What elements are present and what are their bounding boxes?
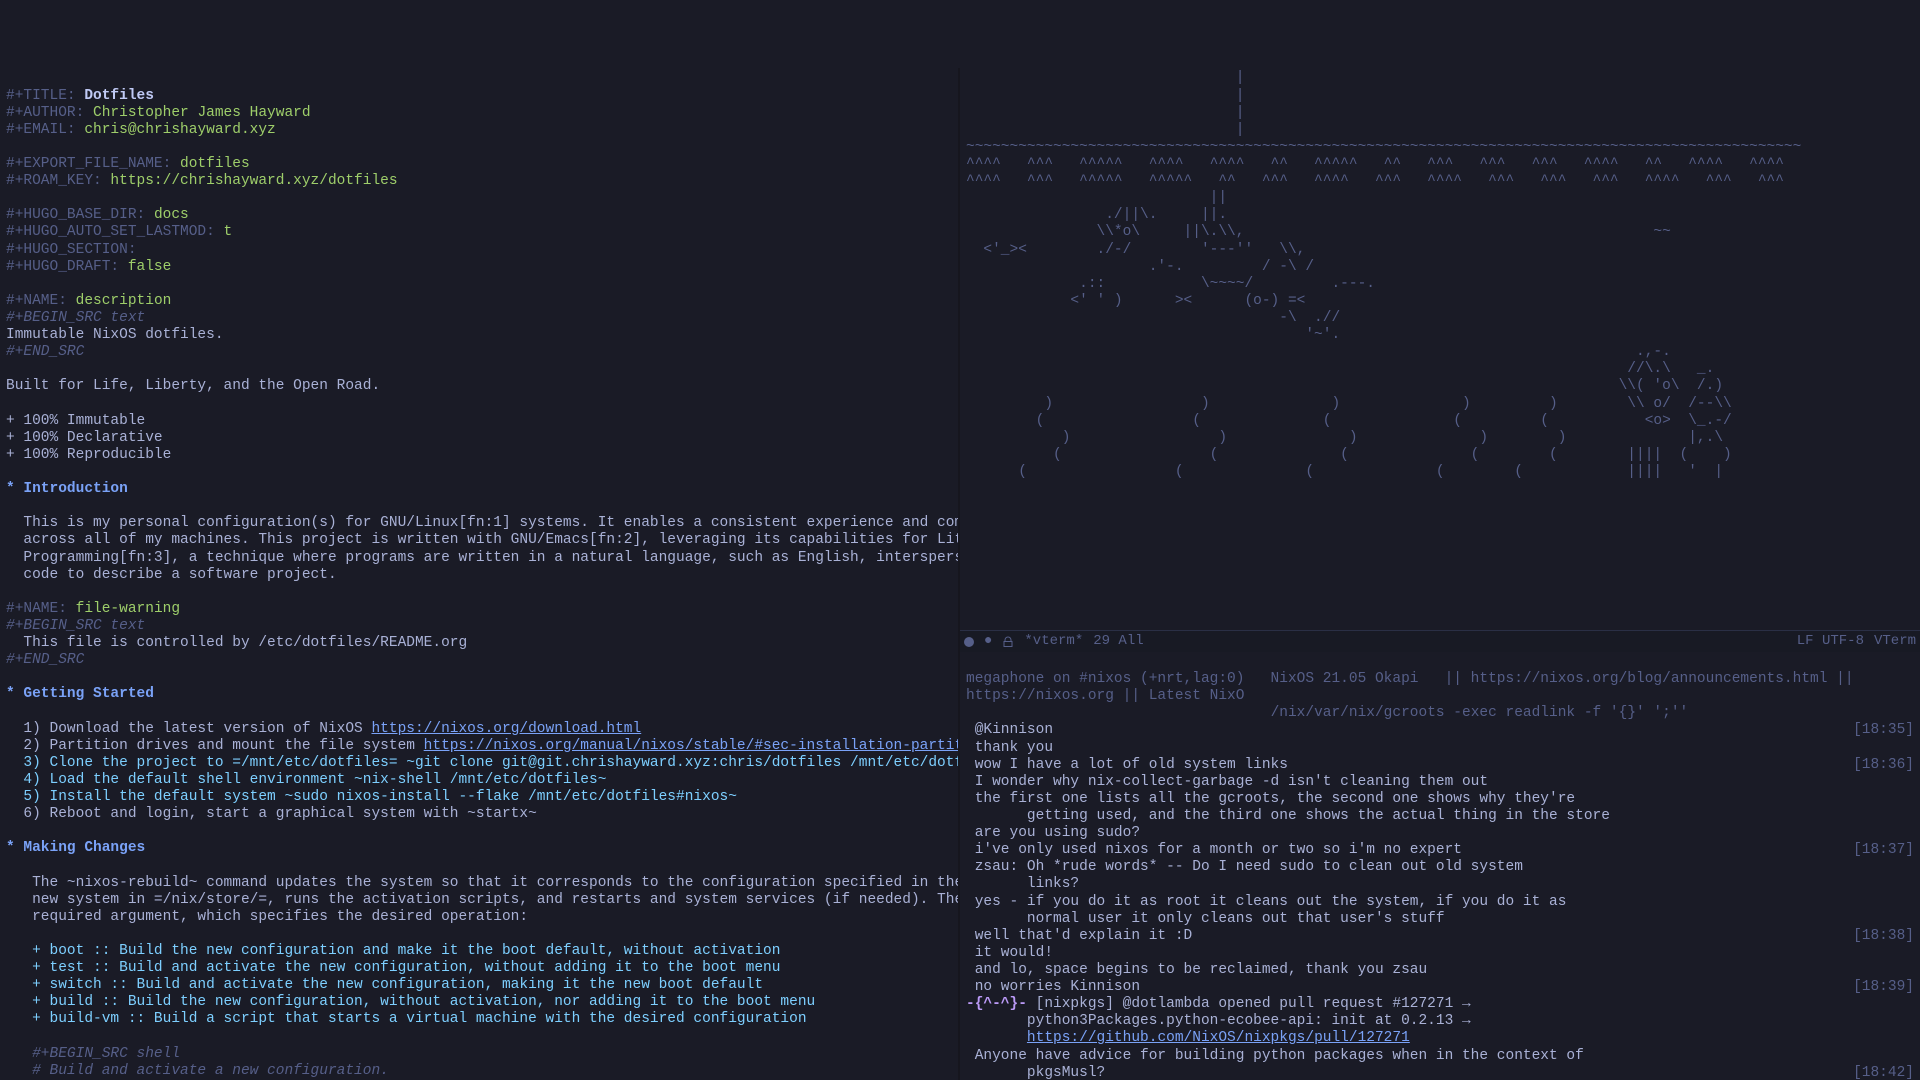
erc-link[interactable]: https://github.com/NixOS/nixpkgs/pull/12… — [1027, 1030, 1410, 1046]
doc-title: Dotfiles — [84, 88, 154, 104]
erc-message: getting used, and the third one shows th… — [966, 808, 1914, 825]
window-root: #+TITLE: Dotfiles #+AUTHOR: Christopher … — [0, 68, 1920, 1080]
end-src: #+END_SRC — [6, 344, 84, 360]
erc-message: I wonder why nix-collect-garbage -d isn'… — [966, 774, 1914, 791]
vterm-modeline: ● *vterm* 29 All LF UTF-8 VTerm — [960, 630, 1920, 652]
erc-message: i've only used nixos for a month or two … — [966, 842, 1914, 859]
erc-message: pkgsMusl?[18:42] — [966, 1065, 1914, 1080]
modified-indicator — [964, 637, 974, 647]
erc-message: thank you — [966, 740, 1914, 757]
heading-getting-started[interactable]: * Getting Started — [6, 686, 154, 702]
buffer-position: 29 All — [1093, 633, 1143, 650]
left-pane: #+TITLE: Dotfiles #+AUTHOR: Christopher … — [0, 68, 960, 1080]
erc-message: zsau: Oh *rude words* -- Do I need sudo … — [966, 859, 1914, 876]
right-pane: | | | | ~~~~~~~~~~~~~~~~~~~~~~~~~~~~~~~~… — [960, 68, 1920, 1080]
erc-nick: -{^-^}- — [966, 996, 1027, 1012]
erc-timestamp: [18:35] — [1853, 722, 1914, 739]
erc-message: wow I have a lot of old system links[18:… — [966, 757, 1914, 774]
begin-src: #+BEGIN_SRC text — [6, 310, 145, 326]
circle-icon: ● — [984, 633, 992, 650]
buffer-name[interactable]: *vterm* — [1024, 633, 1083, 650]
intro-paragraph: This is my personal configuration(s) for… — [6, 515, 958, 582]
erc-message: python3Packages.python-ecobee-api: init … — [966, 1013, 1914, 1030]
erc-timestamp: [18:36] — [1853, 757, 1914, 774]
download-link[interactable]: https://nixos.org/download.html — [371, 721, 641, 737]
erc-message: yes - if you do it as root it cleans out… — [966, 894, 1914, 911]
erc-message: it would! — [966, 945, 1914, 962]
erc-message: links? — [966, 876, 1914, 893]
erc-timestamp: [18:38] — [1853, 928, 1914, 945]
erc-message: normal user it only cleans out that user… — [966, 911, 1914, 928]
vterm-buffer[interactable]: | | | | ~~~~~~~~~~~~~~~~~~~~~~~~~~~~~~~~… — [960, 68, 1920, 630]
erc-message: are you using sudo? — [966, 825, 1914, 842]
erc-message: and lo, space begins to be reclaimed, th… — [966, 962, 1914, 979]
heading-introduction[interactable]: * Introduction — [6, 481, 128, 497]
org-buffer[interactable]: #+TITLE: Dotfiles #+AUTHOR: Christopher … — [0, 68, 958, 1080]
erc-message: the first one lists all the gcroots, the… — [966, 791, 1914, 808]
erc-message: @Kinnison[18:35] — [966, 722, 1914, 739]
erc-topic: megaphone on #nixos (+nrt,lag:0) NixOS 2… — [966, 671, 1862, 704]
erc-message: -{^-^}- [nixpkgs] @dotlambda opened pull… — [966, 996, 1914, 1013]
partitioning-link[interactable]: https://nixos.org/manual/nixos/stable/#s… — [424, 738, 958, 754]
erc-timestamp: [18:42] — [1853, 1065, 1914, 1080]
erc-message: https://github.com/NixOS/nixpkgs/pull/12… — [966, 1030, 1914, 1047]
lock-icon — [1002, 636, 1014, 648]
erc-buffer[interactable]: megaphone on #nixos (+nrt,lag:0) NixOS 2… — [960, 652, 1920, 1080]
meta-key: #+TITLE: — [6, 88, 76, 104]
erc-timestamp: [18:39] — [1853, 979, 1914, 996]
heading-making-changes[interactable]: * Making Changes — [6, 840, 145, 856]
erc-message: well that'd explain it :D[18:38] — [966, 928, 1914, 945]
erc-timestamp: [18:37] — [1853, 842, 1914, 859]
erc-message: no worries Kinnison[18:39] — [966, 979, 1914, 996]
major-mode: VTerm — [1874, 633, 1916, 650]
erc-message: Anyone have advice for building python p… — [966, 1048, 1914, 1065]
